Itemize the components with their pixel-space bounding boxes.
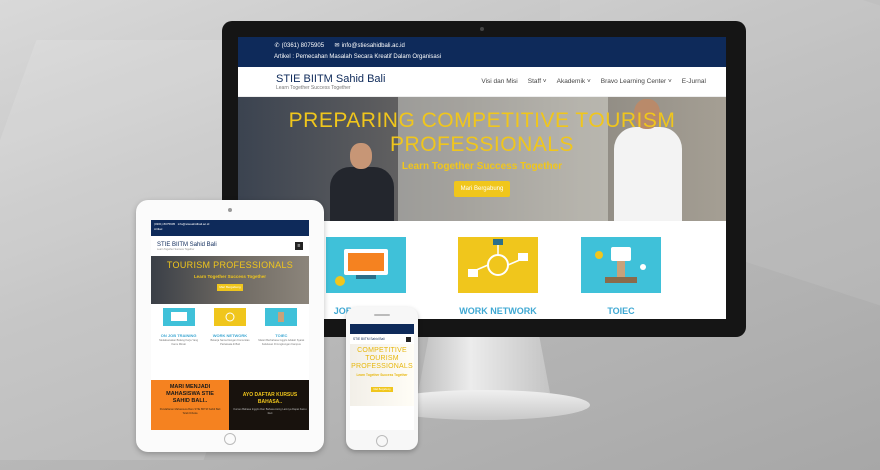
email-text: info@stiesahidbali.ac.id [177, 222, 210, 226]
contact-email[interactable]: ✉ info@stiesahidbali.ac.id [334, 41, 405, 52]
hamburger-menu-icon[interactable]: ≡ [295, 242, 303, 250]
feature-label: WORK NETWORK [459, 306, 537, 316]
monitor-camera [480, 27, 484, 31]
feature-work-network[interactable]: WORK NETWORK [458, 237, 538, 316]
cta-enroll-title: MARI MENJADI MAHASISWA STIE SAHID BALI.. [166, 384, 214, 404]
site-name: STIE BIITM Sahid Bali [157, 241, 217, 248]
cta-language-course[interactable]: AYO DAFTAR KURSUS BAHASA.. Kursus Bahasa… [233, 392, 307, 415]
join-button[interactable]: Mari Bergabung [217, 284, 243, 291]
job-training-icon [326, 237, 406, 293]
hero-subtitle: Learn Together Success Together [193, 274, 267, 279]
work-network-icon [458, 237, 538, 293]
phone-top-bar [350, 324, 414, 334]
feature-toiec[interactable]: TOIEC [581, 237, 661, 316]
menu-item-staff[interactable]: Staff ˅ [528, 78, 547, 85]
hamburger-menu-icon[interactable] [406, 337, 411, 342]
join-button[interactable]: Mari Bergabung [371, 387, 393, 392]
hero-title: COMPETITIVE TOURISM PROFESSIONALS [351, 347, 413, 370]
phone-home-button [376, 435, 388, 447]
join-button[interactable]: Mari Bergabung [454, 181, 510, 197]
hero-subtitle: Learn Together Success Together [356, 373, 408, 377]
monitor-stand [418, 337, 550, 393]
feature-work-network[interactable]: WORK NETWORK Bekerja Sama Dengan Komunit… [207, 308, 253, 346]
phone-speaker [374, 314, 390, 316]
tablet-device: (0361) 8075905 info@stiesahidbali.ac.id … [136, 200, 324, 452]
feature-toiec[interactable]: TOIEC Materi Berbahasa Inggris Adalah Sy… [258, 308, 304, 346]
menu-item-bravo-learning-center[interactable]: Bravo Learning Center ˅ [601, 78, 672, 85]
menu-item-akademik[interactable]: Akademik ˅ [557, 78, 591, 85]
phone-text: (0361) 8075905 [154, 222, 176, 226]
feature-description: Bekerja Sama Dengan Komunitas Pariwisata… [210, 339, 250, 346]
main-navbar: STIE BIITM Sahid Bali Learn Together Suc… [238, 67, 726, 97]
phone-navbar: STIE BIITM Sahid Bali [350, 334, 414, 344]
tablet-navbar: STIE BIITM Sahid Bali Learn Together Suc… [151, 236, 309, 256]
tablet-screen: (0361) 8075905 info@stiesahidbali.ac.id … [151, 220, 309, 430]
article-ticker[interactable]: Artikel [154, 227, 306, 232]
tablet-hero: TOURISM PROFESSIONALS Learn Together Suc… [151, 256, 309, 304]
site-tagline: Learn Together Success Together [157, 247, 195, 251]
site-brand[interactable]: STIE BIITM Sahid Bali Learn Together Suc… [276, 73, 481, 91]
hero-title: TOURISM PROFESSIONALS [166, 260, 294, 270]
hero-subtitle: Learn Together Success Together [401, 161, 563, 172]
phone-text: (0361) 8075905 [281, 43, 325, 49]
tablet-cta-section: MARI MENJADI MAHASISWA STIE SAHID BALI..… [151, 380, 309, 430]
site-brand[interactable]: STIE BIITM Sahid Bali Learn Together Suc… [157, 242, 295, 251]
tablet-camera [228, 208, 232, 212]
feature-label: WORK NETWORK [212, 333, 248, 338]
email-text: info@stiesahidbali.ac.id [341, 43, 405, 49]
tablet-features: ON JOB TRAINING Melaksanakan Bidang Kerj… [151, 304, 309, 346]
toiec-icon [265, 308, 298, 326]
article-ticker[interactable]: Artikel : Pemecahan Masalah Secara Kreat… [274, 52, 726, 63]
cta-language-description: Kursus Bahasa Inggris Dan Bahasa Asing L… [233, 408, 307, 415]
site-tagline: Learn Together Success Together [276, 84, 351, 91]
site-name: STIE BIITM Sahid Bali [276, 72, 386, 85]
feature-job-training[interactable]: JOB TRAINING [326, 237, 406, 316]
feature-label: TOIEC [275, 333, 288, 338]
hero-title: PREPARING COMPETITIVE TOURISM PROFESSION… [288, 109, 676, 156]
feature-job-training[interactable]: ON JOB TRAINING Melaksanakan Bidang Kerj… [156, 308, 202, 346]
tablet-home-button [224, 433, 236, 445]
work-network-icon [213, 308, 246, 326]
mail-icon: ✉ [334, 43, 340, 49]
tablet-top-bar: (0361) 8075905 info@stiesahidbali.ac.id … [151, 220, 309, 236]
main-menu: Visi dan Misi Staff ˅ Akademik ˅ Bravo L… [481, 78, 706, 85]
phone-screen: STIE BIITM Sahid Bali COMPETITIVE TOURIS… [350, 324, 414, 430]
feature-description: Materi Berbahasa Inggris Adalah Syarat K… [258, 339, 305, 346]
menu-item-visi-misi[interactable]: Visi dan Misi [481, 78, 517, 85]
toiec-icon [581, 237, 661, 293]
menu-item-e-jurnal[interactable]: E-Jurnal [682, 78, 706, 85]
cta-enroll[interactable]: MARI MENJADI MAHASISWA STIE SAHID BALI..… [151, 380, 229, 430]
top-info-bar: ✆ (0361) 8075905 ✉ info@stiesahidbali.ac… [238, 37, 726, 67]
cta-enroll-description: Pendaftaran Mahasiswa Baru STIE BIITM Sa… [159, 408, 221, 415]
job-training-icon [162, 308, 195, 326]
feature-label: TOIEC [607, 306, 635, 316]
feature-description: Melaksanakan Bidang Kerja Yang Kamu Mina… [159, 339, 199, 346]
feature-label: ON JOB TRAINING [160, 333, 197, 338]
contact-phone: ✆ (0361) 8075905 [274, 41, 324, 52]
cta-language-title: AYO DAFTAR KURSUS BAHASA.. [242, 392, 298, 405]
phone-icon: ✆ [274, 43, 280, 49]
site-name[interactable]: STIE BIITM Sahid Bali [353, 337, 385, 341]
phone-device: STIE BIITM Sahid Bali COMPETITIVE TOURIS… [346, 307, 418, 450]
phone-hero: COMPETITIVE TOURISM PROFESSIONALS Learn … [350, 344, 414, 406]
